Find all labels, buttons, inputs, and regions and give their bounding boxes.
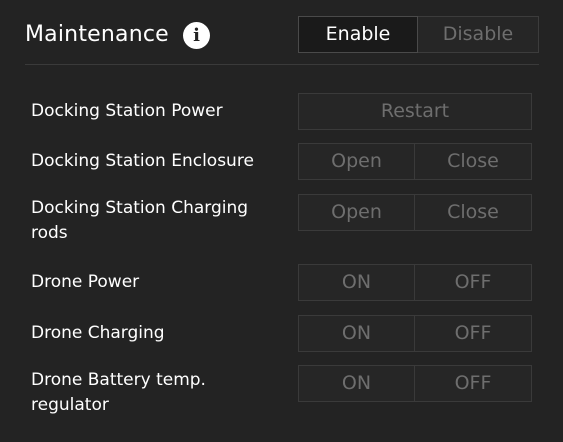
label-line-1: Docking Station Charging bbox=[31, 198, 249, 218]
maintenance-mode-toggle: Enable Disable bbox=[298, 16, 539, 53]
charging-rods-controls: Open Close bbox=[298, 194, 532, 231]
label-line-1: Drone Battery temp. bbox=[31, 370, 206, 390]
battery-regulator-on-button[interactable]: ON bbox=[298, 365, 415, 402]
charging-rods-open-button[interactable]: Open bbox=[298, 194, 415, 231]
battery-regulator-off-button[interactable]: OFF bbox=[415, 365, 532, 402]
docking-station-enclosure-label: Docking Station Enclosure bbox=[31, 151, 254, 171]
docking-station-power-controls: Restart bbox=[298, 93, 532, 130]
disable-button[interactable]: Disable bbox=[418, 16, 539, 53]
drone-power-label: Drone Power bbox=[31, 272, 140, 292]
drone-charging-on-button[interactable]: ON bbox=[298, 315, 415, 352]
label-line-2: regulator bbox=[31, 395, 109, 415]
info-icon[interactable]: i bbox=[183, 22, 210, 49]
panel-title: Maintenance bbox=[25, 22, 169, 47]
drone-power-off-button[interactable]: OFF bbox=[415, 264, 532, 301]
drone-charging-controls: ON OFF bbox=[298, 315, 532, 352]
docking-station-charging-rods-label: Docking Station Charging rods bbox=[31, 196, 281, 246]
docking-station-enclosure-controls: Open Close bbox=[298, 143, 532, 180]
drone-power-on-button[interactable]: ON bbox=[298, 264, 415, 301]
label-line-2: rods bbox=[31, 223, 68, 243]
drone-power-controls: ON OFF bbox=[298, 264, 532, 301]
charging-rods-close-button[interactable]: Close bbox=[415, 194, 532, 231]
drone-battery-temp-regulator-label: Drone Battery temp. regulator bbox=[31, 368, 281, 418]
maintenance-panel: Maintenance i Enable Disable Docking Sta… bbox=[0, 0, 563, 442]
header-divider bbox=[25, 64, 539, 65]
drone-charging-label: Drone Charging bbox=[31, 323, 165, 343]
enable-button[interactable]: Enable bbox=[298, 16, 418, 53]
docking-station-power-label: Docking Station Power bbox=[31, 101, 223, 121]
docking-station-restart-button[interactable]: Restart bbox=[298, 93, 532, 130]
enclosure-close-button[interactable]: Close bbox=[415, 143, 532, 180]
enclosure-open-button[interactable]: Open bbox=[298, 143, 415, 180]
drone-charging-off-button[interactable]: OFF bbox=[415, 315, 532, 352]
battery-regulator-controls: ON OFF bbox=[298, 365, 532, 402]
